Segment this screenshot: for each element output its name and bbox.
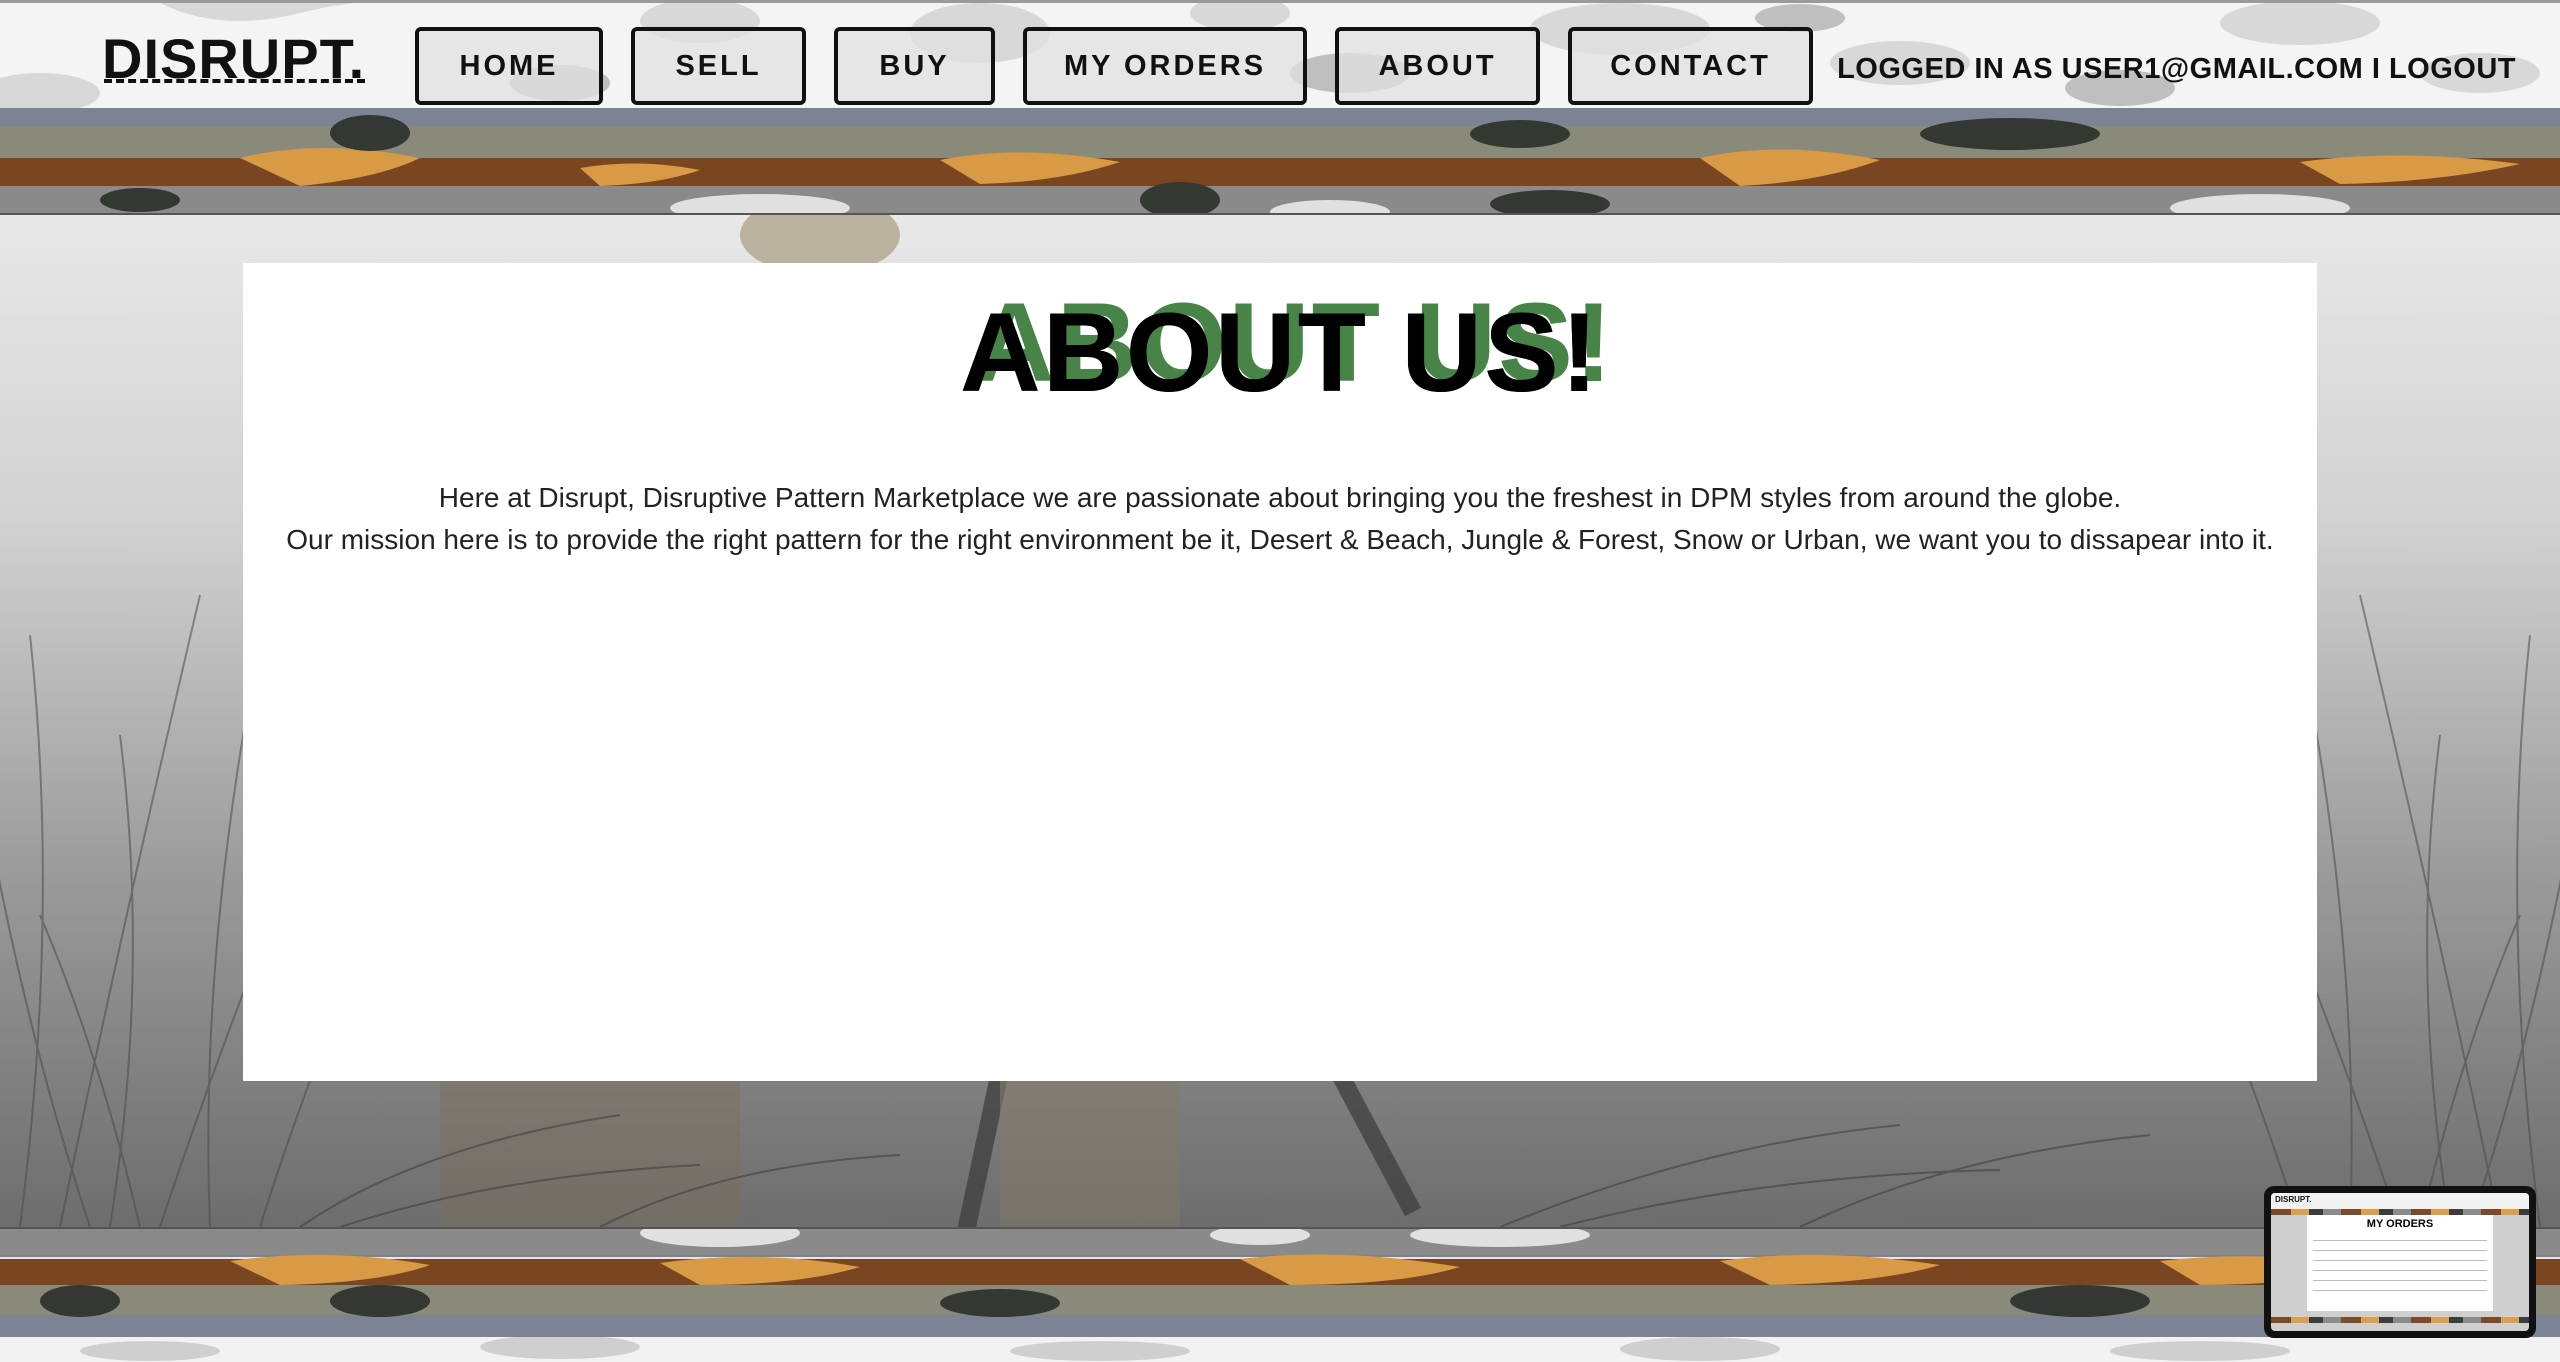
about-paragraph-1: Here at Disrupt, Disruptive Pattern Mark… [438,482,2122,513]
nav-about-button[interactable]: ABOUT [1335,27,1540,105]
thumbnail-row [2313,1245,2487,1251]
page-title: ABOUT US! [243,289,2317,418]
bottom-camo-band [0,1227,2560,1337]
site-logo[interactable]: DISRUPT. [102,31,366,87]
thumbnail-header: DISRUPT. [2271,1193,2529,1209]
about-paragraph-2: Our mission here is to provide the right… [286,524,2274,555]
nav-my-orders-button[interactable]: MY ORDERS [1023,27,1307,105]
thumbnail-row [2313,1265,2487,1271]
thumbnail-title: MY ORDERS [2366,1218,2434,1230]
logged-in-prefix: LOGGED IN AS [1837,53,2062,85]
separator: I [2363,53,2389,85]
about-description: Here at Disrupt, Disruptive Pattern Mark… [243,477,2317,561]
nav-home-button[interactable]: HOME [415,27,603,105]
site-header: DISRUPT. HOME SELL BUY MY ORDERS ABOUT C… [0,0,2560,108]
page-thumbnail-preview[interactable]: DISRUPT. MY ORDERS [2264,1186,2536,1338]
thumbnail-camo-bottom [2271,1317,2529,1323]
logout-link[interactable]: LOGOUT [2389,53,2516,85]
top-camo-band [0,108,2560,215]
user-email: USER1@GMAIL.COM [2061,53,2364,85]
page-title-text: ABOUT US! [959,290,1601,415]
footer-camo-strip [0,1337,2560,1362]
thumbnail-row [2313,1235,2487,1241]
thumbnail-content: DISRUPT. MY ORDERS [2271,1193,2529,1331]
thumbnail-panel: MY ORDERS [2307,1215,2493,1311]
thumbnail-row [2313,1285,2487,1291]
nav-sell-button[interactable]: SELL [631,27,806,105]
nav-buy-button[interactable]: BUY [834,27,995,105]
nav-contact-button[interactable]: CONTACT [1568,27,1813,105]
thumbnail-row [2313,1275,2487,1281]
thumbnail-row [2313,1255,2487,1261]
login-status: LOGGED IN AS USER1@GMAIL.COM I LOGOUT [1837,53,2516,86]
about-panel: ABOUT US! Here at Disrupt, Disruptive Pa… [243,263,2317,1081]
thumbnail-logo: DISRUPT. [2275,1195,2312,1204]
